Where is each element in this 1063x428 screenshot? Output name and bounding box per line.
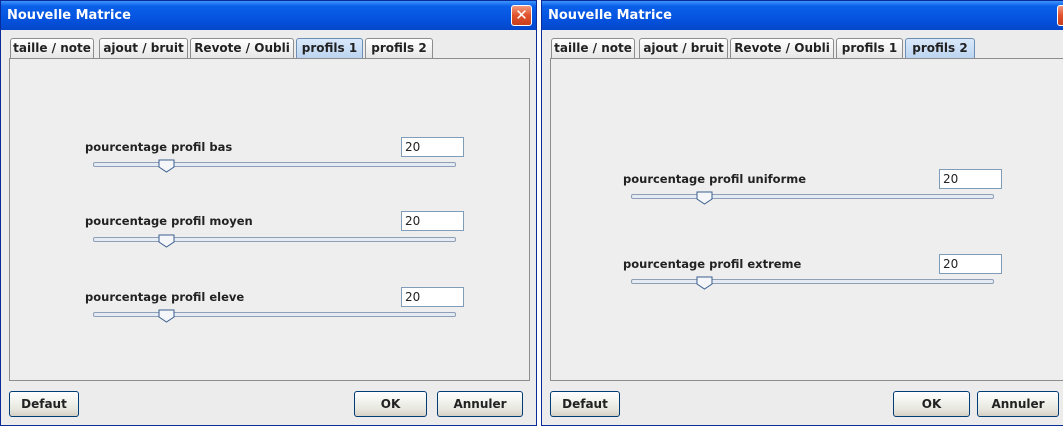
profil-uniforme-field[interactable]: 20 <box>939 169 1002 189</box>
slider-label-profil-bas: pourcentage profil bas <box>85 140 233 154</box>
tab-bar: taille / note ajout / bruit Revote / Oub… <box>551 38 1063 58</box>
slider-thumb-icon[interactable] <box>696 276 713 290</box>
tab-panel: pourcentage profil uniforme 20 pourcenta… <box>550 58 1063 381</box>
slider-thumb-icon[interactable] <box>696 191 713 205</box>
tab-ajout-bruit[interactable]: ajout / bruit <box>99 38 188 58</box>
tab-profils-2[interactable]: profils 2 <box>365 38 433 58</box>
ok-button[interactable]: OK <box>893 391 970 417</box>
profil-moyen-slider[interactable] <box>93 234 456 248</box>
tab-revote-oubli[interactable]: Revote / Oubli <box>190 38 294 58</box>
window-title: Nouvelle Matrice <box>7 8 131 23</box>
slider-thumb-icon[interactable] <box>158 159 175 173</box>
dialog-window-profils-1: Nouvelle Matrice ✕ taille / note ajout /… <box>0 0 537 426</box>
title-bar[interactable]: Nouvelle Matrice ✕ <box>1 1 536 30</box>
ok-button[interactable]: OK <box>354 391 427 417</box>
tab-profils-2[interactable]: profils 2 <box>905 38 975 58</box>
profil-bas-slider[interactable] <box>93 159 456 173</box>
slider-thumb-icon[interactable] <box>158 234 175 248</box>
slider-label-profil-moyen: pourcentage profil moyen <box>85 214 253 228</box>
tab-ajout-bruit[interactable]: ajout / bruit <box>639 38 728 58</box>
tab-taille-note[interactable]: taille / note <box>10 38 94 58</box>
cancel-button[interactable]: Annuler <box>437 391 523 417</box>
tab-revote-oubli[interactable]: Revote / Oubli <box>730 38 834 58</box>
profil-extreme-field[interactable]: 20 <box>939 254 1002 274</box>
tab-panel: pourcentage profil bas 20 pourcentage pr… <box>9 58 530 381</box>
tab-bar: taille / note ajout / bruit Revote / Oub… <box>10 38 536 58</box>
close-button[interactable]: ✕ <box>511 5 532 26</box>
tab-taille-note[interactable]: taille / note <box>551 38 635 58</box>
button-bar: Defaut OK Annuler <box>1 381 536 425</box>
tab-profils-1[interactable]: profils 1 <box>296 38 363 58</box>
title-bar[interactable]: Nouvelle Matrice ✕ <box>542 1 1063 30</box>
tab-profils-1[interactable]: profils 1 <box>836 38 903 58</box>
default-button[interactable]: Defaut <box>9 391 79 417</box>
close-button[interactable]: ✕ <box>1057 5 1063 26</box>
profil-uniforme-slider[interactable] <box>631 191 994 205</box>
dialog-window-profils-2: Nouvelle Matrice ✕ taille / note ajout /… <box>541 0 1063 426</box>
profil-extreme-slider[interactable] <box>631 276 994 290</box>
window-title: Nouvelle Matrice <box>548 8 672 23</box>
profil-bas-field[interactable]: 20 <box>401 137 464 157</box>
button-bar: Defaut OK Annuler <box>542 381 1063 425</box>
close-icon: ✕ <box>515 6 528 24</box>
profil-eleve-field[interactable]: 20 <box>401 287 464 307</box>
slider-label-profil-uniforme: pourcentage profil uniforme <box>623 172 807 186</box>
profil-eleve-slider[interactable] <box>93 309 456 323</box>
default-button[interactable]: Defaut <box>550 391 620 417</box>
slider-thumb-icon[interactable] <box>158 309 175 323</box>
profil-moyen-field[interactable]: 20 <box>401 211 464 231</box>
cancel-button[interactable]: Annuler <box>977 391 1059 417</box>
slider-label-profil-extreme: pourcentage profil extreme <box>623 257 802 271</box>
slider-label-profil-eleve: pourcentage profil eleve <box>85 290 245 304</box>
